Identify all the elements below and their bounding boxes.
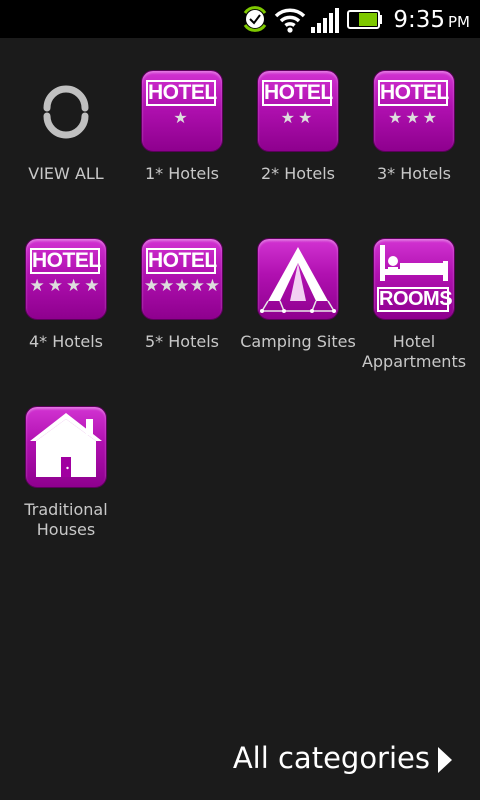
category-label: Traditional Houses <box>24 500 108 539</box>
clock-ampm: PM <box>448 13 470 31</box>
rooms-banner-text: ROOMS <box>377 287 453 312</box>
category-tile-traditional-houses[interactable]: Traditional Houses <box>8 374 124 539</box>
refresh-icon <box>25 70 107 152</box>
category-tile-5-star-hotels[interactable]: HOTEL ★★★★★ 5* Hotels <box>124 206 240 366</box>
category-label: 5* Hotels <box>145 332 219 351</box>
star-rating: ★ <box>173 108 191 127</box>
category-tile-2-star-hotels[interactable]: HOTEL ★★ 2* Hotels <box>240 38 356 198</box>
category-tile-4-star-hotels[interactable]: HOTEL ★★★★ 4* Hotels <box>8 206 124 366</box>
hotel-4-star-icon: HOTEL ★★★★ <box>25 238 107 320</box>
category-label: 2* Hotels <box>261 164 335 183</box>
hotel-banner-text: HOTEL <box>378 80 449 106</box>
battery-icon <box>347 0 383 38</box>
hotel-banner-text: HOTEL <box>146 248 217 274</box>
all-categories-button[interactable]: All categories <box>233 738 452 778</box>
category-label: 3* Hotels <box>377 164 451 183</box>
category-label: 4* Hotels <box>29 332 103 351</box>
category-tile-hotel-appartments[interactable]: ROOMS Hotel Appartments <box>356 206 472 371</box>
hotel-banner-text: HOTEL <box>30 248 101 274</box>
hotel-banner-text: HOTEL <box>262 80 333 106</box>
signal-strength-icon <box>309 0 341 38</box>
wifi-icon <box>274 0 306 38</box>
sync-icon <box>240 0 270 38</box>
star-rating: ★★★★ <box>29 276 103 296</box>
category-label: Hotel Appartments <box>361 332 467 371</box>
status-clock: 9:35 PM <box>393 5 470 37</box>
category-tile-view-all[interactable]: VIEW ALL <box>8 38 124 198</box>
hotel-3-star-icon: HOTEL ★★★ <box>373 70 455 152</box>
house-icon <box>25 406 107 488</box>
screen: 9:35 PM VIEW ALL HOTEL ★ 1* Hotels HOTEL… <box>0 0 480 800</box>
hotel-2-star-icon: HOTEL ★★ <box>257 70 339 152</box>
tent-icon <box>257 238 339 320</box>
hotel-5-star-icon: HOTEL ★★★★★ <box>141 238 223 320</box>
category-label: VIEW ALL <box>28 164 104 183</box>
bed-rooms-icon: ROOMS <box>373 238 455 320</box>
category-tile-3-star-hotels[interactable]: HOTEL ★★★ 3* Hotels <box>356 38 472 198</box>
hotel-1-star-icon: HOTEL ★ <box>141 70 223 152</box>
category-tile-camping-sites[interactable]: Camping Sites <box>240 206 356 366</box>
chevron-right-icon <box>438 747 452 773</box>
all-categories-label: All categories <box>232 741 430 775</box>
star-rating: ★★★ <box>387 108 441 127</box>
category-tile-1-star-hotels[interactable]: HOTEL ★ 1* Hotels <box>124 38 240 198</box>
hotel-banner-text: HOTEL <box>146 80 217 106</box>
star-rating: ★★ <box>280 108 316 127</box>
status-bar: 9:35 PM <box>0 0 480 38</box>
clock-time: 9:35 <box>393 7 445 33</box>
category-label: 1* Hotels <box>145 164 219 183</box>
category-label: Camping Sites <box>240 332 356 351</box>
star-rating: ★★★★★ <box>143 276 221 296</box>
